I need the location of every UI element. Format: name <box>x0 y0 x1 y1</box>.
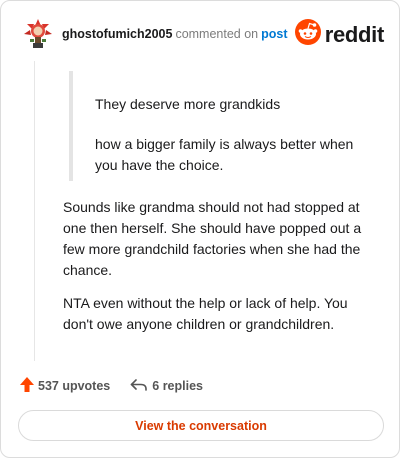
comment-embed-card: ghostofumich2005 commented on post reddit <box>0 0 400 458</box>
quote-line-2: how a bigger family is always better whe… <box>95 136 354 173</box>
comment-footer: 537 upvotes 6 replies <box>20 375 203 397</box>
action-text: commented on <box>175 27 259 41</box>
thread-line[interactable] <box>34 61 35 361</box>
comment-paragraph-1: Sounds like grandma should not had stopp… <box>63 199 362 278</box>
post-link[interactable]: post <box>261 27 287 41</box>
replies-stat[interactable]: 6 replies <box>130 378 203 395</box>
view-conversation-button[interactable]: View the conversation <box>18 410 384 441</box>
upvotes-count: 537 upvotes <box>38 379 111 393</box>
comment-meta: ghostofumich2005 commented on post <box>62 27 288 41</box>
replies-count: 6 replies <box>152 379 203 393</box>
redditor-avatar-icon[interactable] <box>20 15 56 51</box>
username-link[interactable]: ghostofumich2005 <box>62 27 172 41</box>
reddit-wordmark: reddit <box>324 21 385 47</box>
blockquote: They deserve more grandkids how a bigger… <box>69 71 369 181</box>
upvotes-stat[interactable]: 537 upvotes <box>20 377 110 395</box>
upvote-arrow-icon <box>20 377 38 395</box>
comment-header: ghostofumich2005 commented on post reddit <box>20 15 384 55</box>
reddit-brand-logo[interactable]: reddit <box>294 19 385 50</box>
comment-paragraph-2: NTA even without the help or lack of hel… <box>63 295 348 332</box>
quote-line-1: They deserve more grandkids <box>95 96 281 112</box>
reddit-snoo-icon <box>294 19 321 50</box>
reply-arrow-icon <box>130 378 152 395</box>
